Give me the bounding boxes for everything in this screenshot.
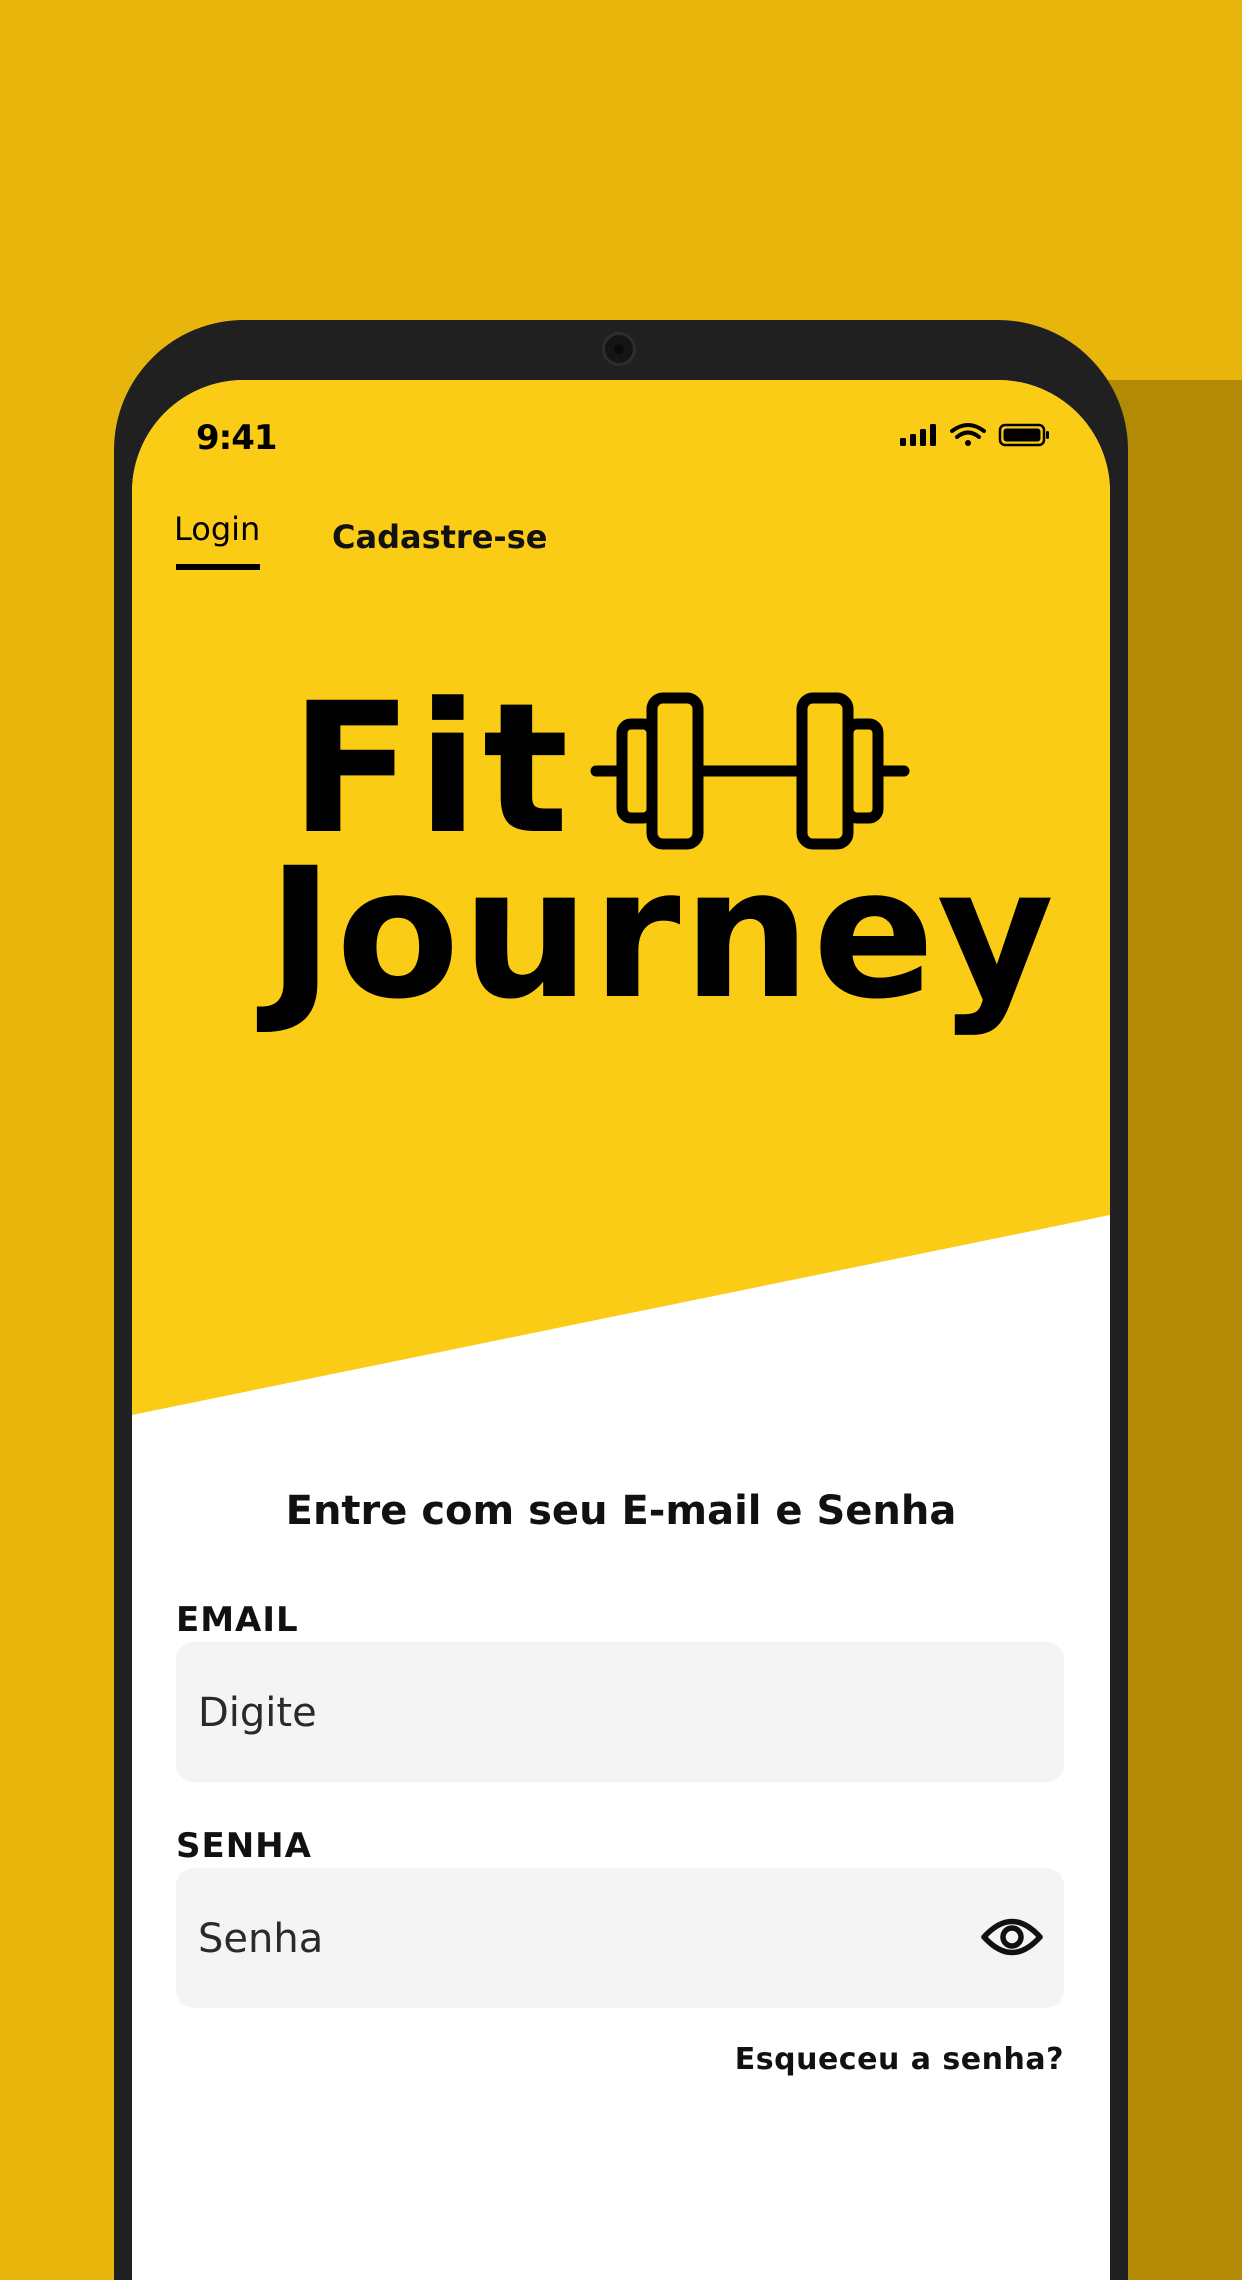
tab-signup[interactable]: Cadastre-se xyxy=(332,518,547,556)
password-input[interactable] xyxy=(196,1868,960,2010)
front-camera xyxy=(602,332,636,366)
app-screen: 9:41 Login Cadastre-se Fit Journey Entre… xyxy=(132,380,1110,2280)
login-heading: Entre com seu E-mail e Senha xyxy=(285,1488,957,1534)
password-label: SENHA xyxy=(176,1826,312,1866)
forgot-password-link[interactable]: Esqueceu a senha? xyxy=(735,2042,1064,2077)
eye-icon[interactable] xyxy=(980,1912,1044,1962)
phone-frame: 9:41 Login Cadastre-se Fit Journey Entre… xyxy=(114,320,1128,2280)
dumbbell-icon xyxy=(590,692,910,850)
status-time: 9:41 xyxy=(196,418,278,458)
battery-icon xyxy=(998,423,1049,447)
email-input[interactable] xyxy=(196,1642,960,1784)
signal-icon xyxy=(900,424,936,446)
wifi-icon xyxy=(950,423,986,446)
email-label: EMAIL xyxy=(176,1600,299,1640)
email-field-container xyxy=(176,1642,1064,1784)
status-icons xyxy=(900,423,1049,447)
tab-login-indicator xyxy=(176,564,260,570)
tab-login[interactable]: Login xyxy=(174,510,260,548)
password-field-container xyxy=(176,1868,1064,2010)
logo-text-journey: Journey xyxy=(267,830,1057,1039)
